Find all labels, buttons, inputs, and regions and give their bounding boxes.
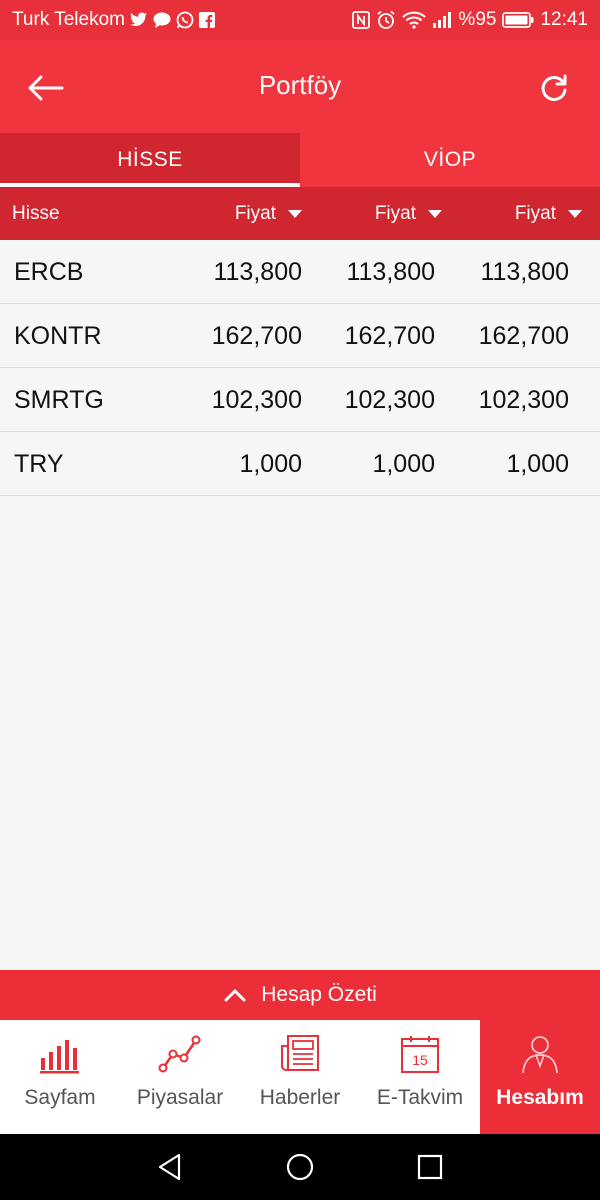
dropdown-caret-icon: [428, 209, 442, 218]
calendar-icon: 15: [400, 1020, 440, 1080]
dropdown-caret-icon: [288, 209, 302, 218]
table-row[interactable]: TRY 1,000 1,000 1,000: [0, 432, 600, 496]
tab-hisse[interactable]: HİSSE: [0, 133, 300, 187]
twitter-icon: [129, 12, 148, 28]
table-row[interactable]: KONTR 162,700 162,700 162,700: [0, 304, 600, 368]
user-icon: [520, 1020, 560, 1080]
account-summary-toggle[interactable]: Hesap Özeti: [0, 970, 600, 1020]
status-bar: Turk Telekom %95 12:41: [0, 0, 600, 40]
table-row[interactable]: ERCB 113,800 113,800 113,800: [0, 240, 600, 304]
price-cell: 113,800: [480, 257, 569, 286]
price-cell: 162,700: [211, 321, 302, 350]
symbol-cell: ERCB: [14, 257, 84, 286]
system-back-button[interactable]: [105, 1134, 235, 1200]
symbol-cell: TRY: [14, 449, 64, 478]
price-cell: 1,000: [239, 449, 302, 478]
refresh-button[interactable]: [532, 66, 576, 110]
tab-viop[interactable]: VİOP: [300, 133, 600, 187]
facebook-icon: [198, 12, 215, 28]
nav-item-piyasalar[interactable]: Piyasalar: [120, 1020, 240, 1134]
alarm-icon: [376, 10, 396, 30]
clock: 12:41: [540, 9, 588, 30]
system-nav-bar: [0, 1134, 600, 1200]
newspaper-icon: [280, 1020, 320, 1080]
battery-icon: [502, 12, 534, 28]
price-cell: 102,300: [344, 385, 435, 414]
refresh-icon: [541, 74, 567, 101]
nav-item-hesabim[interactable]: Hesabım: [480, 1020, 600, 1134]
bar-chart-icon: [40, 1020, 80, 1080]
app-bar: Portföy: [0, 40, 600, 133]
price-cell: 162,700: [478, 321, 569, 350]
chat-icon: [153, 12, 171, 28]
summary-label: Hesap Özeti: [261, 983, 377, 1006]
nav-item-sayfam[interactable]: Sayfam: [0, 1020, 120, 1134]
price-cell: 1,000: [372, 449, 435, 478]
system-home-button[interactable]: [235, 1134, 365, 1200]
whatsapp-icon: [176, 11, 194, 29]
nav-item-e-takvim[interactable]: 15 E-Takvim: [360, 1020, 480, 1134]
column-header-fiyat-3[interactable]: Fiyat: [515, 187, 582, 240]
table-row[interactable]: SMRTG 102,300 102,300 102,300: [0, 368, 600, 432]
segment-tabs: HİSSE VİOP: [0, 133, 600, 187]
column-header-fiyat-2[interactable]: Fiyat: [375, 187, 442, 240]
portfolio-table: ERCB 113,800 113,800 113,800 KONTR 162,7…: [0, 240, 600, 496]
system-recents-button[interactable]: [365, 1134, 495, 1200]
bottom-nav: Sayfam Piyasalar Haberler 15 E-Takvim He…: [0, 1020, 600, 1134]
nfc-icon: [352, 11, 371, 29]
column-header-hisse[interactable]: Hisse: [12, 187, 60, 240]
price-cell: 1,000: [506, 449, 569, 478]
wifi-icon: [402, 11, 427, 29]
triangle-back-icon: [158, 1153, 181, 1181]
line-chart-icon: [158, 1020, 202, 1080]
signal-icon: [432, 12, 452, 28]
svg-text:15: 15: [412, 1052, 428, 1068]
square-recents-icon: [417, 1154, 443, 1180]
table-header: Hisse Fiyat Fiyat Fiyat: [0, 187, 600, 240]
page-title: Portföy: [258, 70, 342, 100]
symbol-cell: KONTR: [14, 321, 102, 350]
circle-home-icon: [286, 1153, 314, 1181]
symbol-cell: SMRTG: [14, 385, 104, 414]
nav-item-haberler[interactable]: Haberler: [240, 1020, 360, 1134]
price-cell: 102,300: [478, 385, 569, 414]
price-cell: 162,700: [344, 321, 435, 350]
battery-percent: %95: [458, 9, 497, 30]
price-cell: 113,800: [346, 257, 435, 286]
price-cell: 102,300: [211, 385, 302, 414]
price-cell: 113,800: [213, 257, 302, 286]
carrier-label: Turk Telekom: [12, 9, 125, 30]
dropdown-caret-icon: [568, 209, 582, 218]
chevron-up-icon: [223, 987, 247, 1003]
column-header-fiyat-1[interactable]: Fiyat: [235, 187, 302, 240]
